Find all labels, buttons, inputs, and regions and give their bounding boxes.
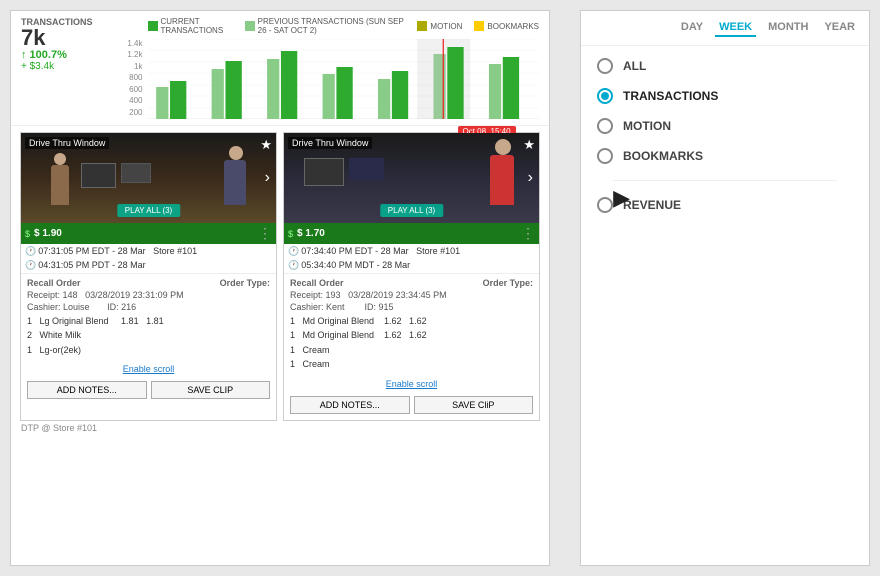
video-arrow-2[interactable]: › <box>528 169 533 187</box>
bar-chart: Oct 3 Oct 4 Oct 5 Oct 6 Oct 7 Oct 9 Oct … <box>148 39 540 119</box>
filter-transactions[interactable]: TRANSACTIONS <box>597 88 853 104</box>
radio-transactions[interactable] <box>597 88 613 104</box>
store-label: DTP @ Store #101 <box>11 421 549 435</box>
video-row: Drive Thru Window ★ › PLAY ALL (3) $ $ 1… <box>11 126 549 421</box>
main-panel: TRANSACTIONS 7k ↑ 100.7% + $3.4k CURRENT… <box>10 10 550 566</box>
video-label-1: Drive Thru Window <box>25 137 109 149</box>
stat-change-sub: + $3.4k <box>21 61 93 72</box>
video-star-2[interactable]: ★ <box>523 137 535 153</box>
video-label-2: Drive Thru Window <box>288 137 372 149</box>
price-bar-2: $ $ 1.70 ⋮ <box>284 223 539 244</box>
y-axis: 1.4k1.2k1k800600400200 <box>113 39 143 119</box>
tab-month[interactable]: MONTH <box>764 19 812 37</box>
add-notes-btn-2[interactable]: ADD NOTES... <box>290 396 410 414</box>
card-actions-1: ADD NOTES... SAVE CLIP <box>21 377 276 405</box>
enable-scroll-1[interactable]: Enable scroll <box>21 361 276 377</box>
price-val-2: $ 1.70 <box>297 228 325 239</box>
video-play-btn-1[interactable]: PLAY ALL (3) <box>117 204 180 217</box>
video-star-1[interactable]: ★ <box>260 137 272 153</box>
tab-year[interactable]: YEAR <box>820 19 859 37</box>
video-arrow-1[interactable]: › <box>265 169 270 187</box>
filter-motion-label: MOTION <box>623 119 671 133</box>
right-panel: DAY WEEK MONTH YEAR ALL TRANSACTIONS MOT… <box>580 10 870 566</box>
tab-week[interactable]: WEEK <box>715 19 756 37</box>
receipt-info-1: 🕐07:31:05 PM EDT - 28 Mar Store #101 🕐04… <box>21 244 276 273</box>
chart-container: 1.4k1.2k1k800600400200 <box>148 39 540 119</box>
card-actions-2: ADD NOTES... SAVE CliP <box>284 392 539 420</box>
stats-bar: TRANSACTIONS 7k ↑ 100.7% + $3.4k CURRENT… <box>11 11 549 126</box>
filter-all[interactable]: ALL <box>597 58 853 74</box>
filter-revenue-label: REVENUE <box>623 198 681 212</box>
legend-bookmarks: BOOKMARKS <box>474 17 539 35</box>
video-thumb-2: Drive Thru Window ★ › PLAY ALL (3) <box>284 133 539 223</box>
save-clip-btn-2[interactable]: SAVE CliP <box>414 396 534 414</box>
radio-all[interactable] <box>597 58 613 74</box>
video-card-1: Drive Thru Window ★ › PLAY ALL (3) $ $ 1… <box>20 132 277 421</box>
legend-motion: MOTION <box>417 17 462 35</box>
video-card-2: Drive Thru Window ★ › PLAY ALL (3) $ $ 1… <box>283 132 540 421</box>
more-options-2[interactable]: ⋮ <box>521 225 535 242</box>
legend-previous: PREVIOUS TRANSACTIONS (SUN SEP 26 - SAT … <box>245 17 406 35</box>
time-tabs: DAY WEEK MONTH YEAR <box>581 11 869 46</box>
filter-divider <box>613 180 837 181</box>
tab-day[interactable]: DAY <box>677 19 707 37</box>
order-table-1: Recall Order Order Type: Receipt: 148 03… <box>21 273 276 361</box>
video-thumb-1: Drive Thru Window ★ › PLAY ALL (3) <box>21 133 276 223</box>
stat-change: ↑ 100.7% <box>21 49 93 61</box>
filter-all-label: ALL <box>623 59 646 73</box>
radio-revenue[interactable] <box>597 197 613 213</box>
price-val-1: $ 1.90 <box>34 228 62 239</box>
legend-current: CURRENT TRANSACTIONS <box>148 17 233 35</box>
enable-scroll-2[interactable]: Enable scroll <box>284 376 539 392</box>
stat-value: 7k <box>21 27 93 49</box>
cursor-pointer: ▶ <box>613 185 630 211</box>
filter-revenue[interactable]: REVENUE <box>597 197 853 213</box>
filter-bookmarks[interactable]: BOOKMARKS <box>597 148 853 164</box>
video-play-btn-2[interactable]: PLAY ALL (3) <box>380 204 443 217</box>
price-bar-1: $ $ 1.90 ⋮ <box>21 223 276 244</box>
chart-legend: CURRENT TRANSACTIONS PREVIOUS TRANSACTIO… <box>148 17 540 35</box>
add-notes-btn-1[interactable]: ADD NOTES... <box>27 381 147 399</box>
filter-motion[interactable]: MOTION <box>597 118 853 134</box>
more-options-1[interactable]: ⋮ <box>258 225 272 242</box>
radio-bookmarks[interactable] <box>597 148 613 164</box>
receipt-info-2: 🕐07:34:40 PM EDT - 28 Mar Store #101 🕐05… <box>284 244 539 273</box>
filter-transactions-label: TRANSACTIONS <box>623 89 718 103</box>
order-table-2: Recall Order Order Type: Receipt: 193 03… <box>284 273 539 376</box>
save-clip-btn-1[interactable]: SAVE CLIP <box>151 381 271 399</box>
filter-bookmarks-label: BOOKMARKS <box>623 149 703 163</box>
transactions-stat: TRANSACTIONS 7k ↑ 100.7% + $3.4k <box>21 17 93 72</box>
radio-motion[interactable] <box>597 118 613 134</box>
